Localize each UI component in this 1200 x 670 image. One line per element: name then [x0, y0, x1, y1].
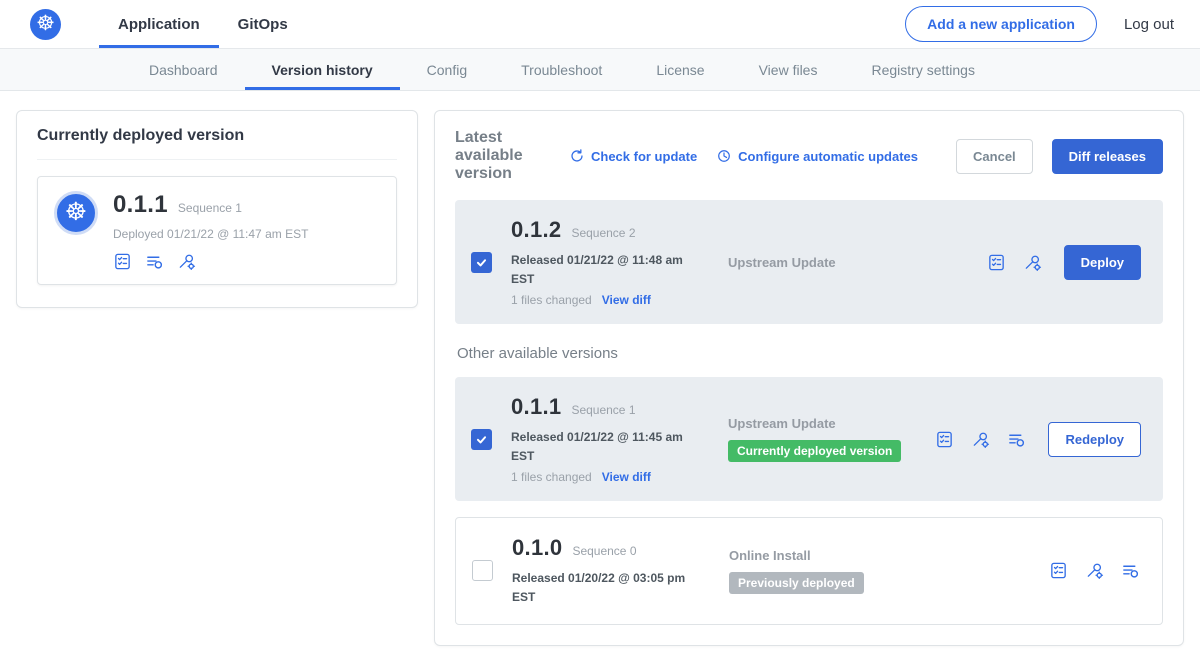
deployed-version-card: ☸ 0.1.1 Sequence 1 Deployed 01/21/22 @ 1…: [37, 176, 397, 285]
tab-version-history[interactable]: Version history: [245, 49, 400, 90]
logout-link[interactable]: Log out: [1124, 16, 1174, 33]
version-checkbox[interactable]: [471, 252, 492, 273]
released-timestamp: Released 01/21/22 @ 11:45 am EST: [511, 428, 699, 465]
version-checkbox[interactable]: [471, 429, 492, 450]
refresh-icon: [569, 148, 585, 164]
version-row-0-1-2: 0.1.2 Sequence 2 Released 01/21/22 @ 11:…: [455, 200, 1163, 324]
version-checkbox[interactable]: [472, 560, 493, 581]
source-label: Online Install: [729, 548, 1030, 563]
checkmark-icon: [475, 256, 488, 269]
deploy-button[interactable]: Deploy: [1064, 245, 1141, 280]
version-actions: Deploy: [987, 245, 1147, 280]
deployed-version-info: 0.1.1 Sequence 1 Deployed 01/21/22 @ 11:…: [113, 191, 308, 271]
deployed-timestamp: Deployed 01/21/22 @ 11:47 am EST: [113, 227, 308, 241]
tab-config[interactable]: Config: [400, 49, 494, 90]
version-line: 0.1.2 Sequence 2: [511, 217, 709, 243]
source-label: Upstream Update: [728, 416, 916, 431]
deployed-version-line: 0.1.1 Sequence 1: [113, 191, 308, 219]
tab-view-files[interactable]: View files: [732, 49, 845, 90]
checkmark-icon: [475, 433, 488, 446]
clock-icon: [716, 148, 732, 164]
version-number: 0.1.1: [511, 394, 561, 420]
check-for-update-link[interactable]: Check for update: [569, 148, 697, 164]
version-details: 0.1.1 Sequence 1 Released 01/21/22 @ 11:…: [511, 394, 709, 484]
tab-dashboard[interactable]: Dashboard: [122, 49, 245, 90]
source-label: Upstream Update: [728, 255, 968, 270]
files-changed-label: 1 files changed: [511, 470, 592, 484]
add-application-button[interactable]: Add a new application: [905, 6, 1097, 42]
edit-config-icon[interactable]: [1023, 253, 1042, 272]
sequence-label: Sequence 2: [571, 226, 635, 240]
check-for-update-label: Check for update: [591, 149, 697, 164]
tab-troubleshoot[interactable]: Troubleshoot: [494, 49, 629, 90]
cancel-button[interactable]: Cancel: [956, 139, 1033, 174]
tab-license[interactable]: License: [629, 49, 731, 90]
other-versions-title: Other available versions: [457, 345, 1163, 362]
version-history-header: Latest available version Check for updat…: [455, 129, 1163, 183]
deployed-actions: [113, 252, 308, 271]
app-logo-icon: ☸: [54, 191, 98, 235]
diff-releases-button[interactable]: Diff releases: [1052, 139, 1163, 174]
released-timestamp: Released 01/21/22 @ 11:48 am EST: [511, 251, 699, 288]
version-line: 0.1.1 Sequence 1: [511, 394, 709, 420]
app-subnav: Dashboard Version history Config Trouble…: [0, 49, 1200, 91]
edit-config-icon[interactable]: [971, 430, 990, 449]
configure-updates-label: Configure automatic updates: [738, 149, 918, 164]
main-content: Currently deployed version ☸ 0.1.1 Seque…: [0, 91, 1200, 670]
version-number: 0.1.2: [511, 217, 561, 243]
latest-version-title: Latest available version: [455, 129, 550, 183]
version-details: 0.1.0 Sequence 0 Released 01/20/22 @ 03:…: [512, 535, 710, 606]
version-line: 0.1.0 Sequence 0: [512, 535, 710, 561]
deployed-panel-title: Currently deployed version: [37, 127, 397, 160]
previously-deployed-badge: Previously deployed: [729, 572, 864, 594]
preflight-checks-icon[interactable]: [987, 253, 1006, 272]
deploy-logs-icon[interactable]: [1121, 561, 1140, 580]
currently-deployed-badge: Currently deployed version: [728, 440, 901, 462]
files-changed-label: 1 files changed: [511, 293, 592, 307]
version-actions: Redeploy: [935, 422, 1147, 457]
version-history-panel: Latest available version Check for updat…: [434, 110, 1184, 646]
top-header: ☸ Application GitOps Add a new applicati…: [0, 0, 1200, 49]
deployed-sequence-label: Sequence 1: [178, 201, 242, 215]
files-changed-line: 1 files changed View diff: [511, 470, 709, 484]
view-diff-link[interactable]: View diff: [602, 293, 651, 307]
kubernetes-logo-icon: ☸: [30, 9, 61, 40]
helm-wheel-glyph: ☸: [36, 13, 55, 34]
preflight-checks-icon[interactable]: [935, 430, 954, 449]
version-row-0-1-1: 0.1.1 Sequence 1 Released 01/21/22 @ 11:…: [455, 377, 1163, 501]
top-nav: Application GitOps: [99, 0, 307, 48]
sequence-label: Sequence 1: [571, 403, 635, 417]
nav-application[interactable]: Application: [99, 0, 219, 48]
configure-updates-link[interactable]: Configure automatic updates: [716, 148, 918, 164]
deploy-logs-icon[interactable]: [1007, 430, 1026, 449]
redeploy-button[interactable]: Redeploy: [1048, 422, 1141, 457]
files-changed-line: 1 files changed View diff: [511, 293, 709, 307]
deploy-logs-icon[interactable]: [145, 252, 164, 271]
released-timestamp: Released 01/20/22 @ 03:05 pm EST: [512, 569, 700, 606]
version-source: Online Install Previously deployed: [729, 548, 1030, 594]
version-row-0-1-0: 0.1.0 Sequence 0 Released 01/20/22 @ 03:…: [455, 517, 1163, 624]
sequence-label: Sequence 0: [572, 544, 636, 558]
view-diff-link[interactable]: View diff: [602, 470, 651, 484]
preflight-checks-icon[interactable]: [113, 252, 132, 271]
edit-config-icon[interactable]: [177, 252, 196, 271]
edit-config-icon[interactable]: [1085, 561, 1104, 580]
version-details: 0.1.2 Sequence 2 Released 01/21/22 @ 11:…: [511, 217, 709, 307]
preflight-checks-icon[interactable]: [1049, 561, 1068, 580]
currently-deployed-panel: Currently deployed version ☸ 0.1.1 Seque…: [16, 110, 418, 308]
nav-gitops[interactable]: GitOps: [219, 0, 307, 48]
version-source: Upstream Update: [728, 255, 968, 270]
tab-registry-settings[interactable]: Registry settings: [844, 49, 1001, 90]
helm-wheel-glyph: ☸: [65, 200, 87, 225]
version-number: 0.1.0: [512, 535, 562, 561]
version-actions: [1049, 561, 1146, 580]
deployed-version-number: 0.1.1: [113, 191, 168, 219]
version-source: Upstream Update Currently deployed versi…: [728, 416, 916, 462]
